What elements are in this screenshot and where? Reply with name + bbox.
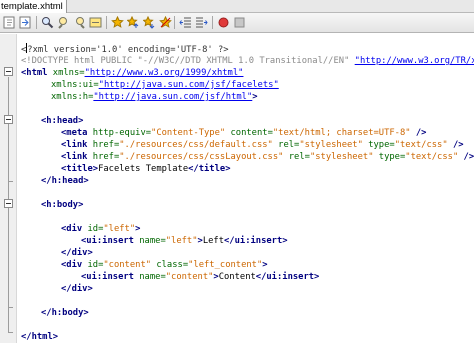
editor-tab-bar: template.xhtml bbox=[0, 0, 474, 13]
code-line-9: <link href="./resources/css/cssLayout.cs… bbox=[61, 152, 474, 162]
search-icon[interactable] bbox=[40, 15, 55, 30]
toolbar-separator bbox=[106, 16, 107, 29]
shift-right-icon[interactable] bbox=[194, 15, 209, 30]
code-line-6: <h:head> bbox=[41, 116, 84, 126]
nav-back-icon[interactable] bbox=[2, 15, 17, 30]
fold-toggle-html[interactable] bbox=[4, 67, 13, 76]
code-line-20: </html> bbox=[21, 332, 59, 342]
code-line-19: </h:body> bbox=[41, 308, 89, 318]
fold-toggle-body[interactable] bbox=[4, 199, 13, 208]
code-line-8: <link href="./resources/css/default.css"… bbox=[61, 140, 464, 150]
tab-template-xhtml[interactable]: template.xhtml bbox=[0, 0, 67, 13]
code-line-10: <title>Facelets Template</title> bbox=[61, 164, 231, 174]
toggle-highlight-icon[interactable] bbox=[88, 15, 103, 30]
fold-toggle-head[interactable] bbox=[4, 115, 13, 124]
code-line-11: </h:head> bbox=[41, 176, 89, 186]
editor-toolbar bbox=[0, 13, 474, 33]
shift-left-icon[interactable] bbox=[178, 15, 193, 30]
toolbar-separator bbox=[36, 16, 37, 29]
code-line-17: <ui:insert name="content">Content</ui:in… bbox=[81, 272, 320, 282]
code-line-5: xmlns:h="http://java.sun.com/jsf/html"> bbox=[51, 92, 258, 102]
clear-bookmarks-icon[interactable] bbox=[158, 15, 173, 30]
fold-end-marker bbox=[8, 332, 13, 333]
code-line-14: <ui:insert name="left">Left</ui:insert> bbox=[81, 236, 288, 246]
record-macro-icon[interactable] bbox=[216, 15, 231, 30]
fold-guide bbox=[8, 209, 9, 307]
fold-end-marker bbox=[8, 307, 13, 308]
toolbar-separator bbox=[212, 16, 213, 29]
fold-end-marker bbox=[8, 181, 13, 182]
fold-guide bbox=[8, 125, 9, 181]
code-line-18: </div> bbox=[61, 284, 93, 294]
prev-bookmark-icon[interactable] bbox=[126, 15, 141, 30]
code-line-3: <html xmlns="http://www.w3.org/1999/xhtm… bbox=[21, 68, 244, 78]
stop-macro-icon[interactable] bbox=[232, 15, 247, 30]
code-line-4: xmlns:ui="http://java.sun.com/jsf/facele… bbox=[51, 80, 279, 90]
nav-forward-icon[interactable] bbox=[18, 15, 33, 30]
code-line-2: <!DOCTYPE html PUBLIC "-//W3C//DTD XHTML… bbox=[21, 56, 474, 66]
editor-gutter bbox=[0, 34, 17, 343]
code-line-1: <?xml version='1.0' encoding='UTF-8' ?> bbox=[21, 43, 229, 55]
code-line-15: </div> bbox=[61, 248, 93, 258]
find-next-icon[interactable] bbox=[72, 15, 87, 30]
toggle-bookmark-icon[interactable] bbox=[110, 15, 125, 30]
tab-label: template.xhtml bbox=[1, 1, 63, 12]
code-line-12: <h:body> bbox=[41, 200, 84, 210]
code-editor[interactable]: <?xml version='1.0' encoding='UTF-8' ?> … bbox=[18, 34, 474, 343]
code-line-13: <div id="left"> bbox=[61, 224, 141, 234]
toolbar-separator bbox=[174, 16, 175, 29]
next-bookmark-icon[interactable] bbox=[142, 15, 157, 30]
code-line-7: <meta http-equiv="Content-Type" content=… bbox=[61, 128, 427, 138]
code-line-16: <div id="content" class="left_content"> bbox=[61, 260, 268, 270]
find-previous-icon[interactable] bbox=[56, 15, 71, 30]
